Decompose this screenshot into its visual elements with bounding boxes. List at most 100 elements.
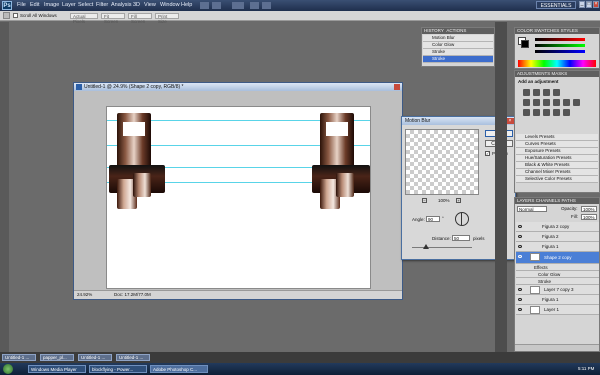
start-button[interactable] <box>3 364 13 374</box>
layer-effect-row[interactable]: Color Glow <box>516 271 599 278</box>
menu-3d[interactable]: 3D <box>133 2 140 8</box>
close-button[interactable]: × <box>593 1 599 8</box>
tab-masks[interactable]: MASKS <box>552 71 568 76</box>
menu-edit[interactable]: Edit <box>30 2 39 8</box>
green-slider[interactable] <box>535 44 585 47</box>
channel-mixer-icon[interactable] <box>573 99 580 106</box>
background-color-swatch[interactable] <box>521 40 529 48</box>
fit-screen-button[interactable]: Fit Screen <box>101 13 125 24</box>
selective-color-icon[interactable] <box>563 109 570 116</box>
preset-item[interactable]: Levels Presets <box>516 134 598 141</box>
tab-swatches[interactable]: SWATCHES <box>534 28 559 33</box>
tab-color[interactable]: COLOR <box>517 28 533 33</box>
menu-window[interactable]: Window <box>160 2 180 8</box>
document-close-icon[interactable] <box>394 84 400 90</box>
actual-pixels-button[interactable]: Actual Pixels <box>70 13 98 24</box>
workspace-switcher[interactable]: ESSENTIALS <box>536 1 576 9</box>
tab-actions[interactable]: ACTIONS <box>446 28 466 33</box>
visibility-eye-icon[interactable] <box>518 255 522 258</box>
hand-tool-preset-icon[interactable] <box>3 12 10 19</box>
canvas[interactable] <box>106 106 371 289</box>
history-item[interactable]: Motion Blur <box>423 35 493 42</box>
menu-image[interactable]: Image <box>44 2 59 8</box>
history-item[interactable]: Stroke <box>423 49 493 56</box>
threshold-icon[interactable] <box>543 109 550 116</box>
document-title[interactable]: Untitled-1 @ 24.9% (Shape 2 copy, RGB/8)… <box>74 83 402 91</box>
menu-layer[interactable]: Layer <box>62 2 76 8</box>
layer-row[interactable]: Figura 2 copy <box>516 222 599 232</box>
visibility-eye-icon[interactable] <box>518 245 522 248</box>
menu-view[interactable]: View <box>144 2 156 8</box>
invert-icon[interactable] <box>523 109 530 116</box>
menu-analysis[interactable]: Analysis <box>111 2 131 8</box>
taskbar-button-photoshop[interactable]: Adobe Photoshop C... <box>150 365 208 373</box>
gradient-map-icon[interactable] <box>553 109 560 116</box>
color-balance-icon[interactable] <box>543 99 550 106</box>
distance-input[interactable]: 50 <box>452 235 470 241</box>
menu-select[interactable]: Select <box>78 2 93 8</box>
print-size-button[interactable]: Print Size <box>155 13 179 24</box>
zoom-out-icon[interactable]: − <box>422 198 427 203</box>
figure-left-cup-2[interactable] <box>133 173 151 197</box>
tab-layers[interactable]: LAYERS <box>517 198 534 203</box>
tab-paths[interactable]: PATHS <box>561 198 575 203</box>
bridge-button[interactable] <box>200 2 209 9</box>
dialog-close-icon[interactable]: × <box>506 118 514 124</box>
taskbar-button-powerpoint[interactable]: blockflying - Power... <box>89 365 147 373</box>
visibility-eye-icon[interactable] <box>518 288 522 291</box>
blue-slider[interactable] <box>535 50 585 53</box>
posterize-icon[interactable] <box>533 109 540 116</box>
opacity-input[interactable]: 100% <box>581 206 597 212</box>
layer-effects-row[interactable]: Effects <box>516 264 599 271</box>
fill-screen-button[interactable]: Fill Screen <box>128 13 152 24</box>
photo-filter-icon[interactable] <box>563 99 570 106</box>
zoom-level[interactable]: 24.92% <box>77 291 92 299</box>
black-white-icon[interactable] <box>553 99 560 106</box>
curves-icon[interactable] <box>543 89 550 96</box>
color-ramp[interactable] <box>518 60 596 67</box>
preset-item[interactable]: Selective Color Presets <box>516 176 598 183</box>
visibility-eye-icon[interactable] <box>518 225 522 228</box>
zoom-level-dropdown[interactable] <box>232 2 244 9</box>
hand-tool-icon[interactable] <box>250 2 259 9</box>
visibility-eye-icon[interactable] <box>518 235 522 238</box>
scroll-all-windows-checkbox[interactable] <box>13 13 18 18</box>
distance-slider-track[interactable] <box>412 247 472 248</box>
angle-dial[interactable] <box>455 212 469 226</box>
system-clock[interactable]: 5:11 PM <box>578 366 594 371</box>
menu-filter[interactable]: Filter <box>96 2 108 8</box>
layer-row-selected[interactable]: Shape 2 copy <box>516 252 599 264</box>
layer-row[interactable]: Layer 1 <box>516 305 599 315</box>
angle-input[interactable]: 90 <box>426 216 440 222</box>
tab-channels[interactable]: CHANNELS <box>536 198 561 203</box>
brightness-contrast-icon[interactable] <box>523 89 530 96</box>
menu-file[interactable]: File <box>17 2 26 8</box>
history-item[interactable]: Color Glow <box>423 42 493 49</box>
distance-slider-thumb[interactable] <box>423 244 429 249</box>
preset-item[interactable]: Exposure Presets <box>516 148 598 155</box>
layer-row[interactable]: Figura 2 <box>516 232 599 242</box>
layer-row[interactable]: Figura 1 <box>516 295 599 305</box>
vibrance-icon[interactable] <box>523 99 530 106</box>
layer-row[interactable]: Layer 7 copy 3 <box>516 285 599 295</box>
maximize-button[interactable]: □ <box>586 1 592 8</box>
red-slider[interactable] <box>535 38 585 41</box>
minibridge-button[interactable] <box>212 2 221 9</box>
visibility-eye-icon[interactable] <box>518 298 522 301</box>
minimized-doc-button[interactable]: Untitled-1 ... <box>78 354 112 361</box>
preset-item[interactable]: Channel Mixer Presets <box>516 169 598 176</box>
minimized-doc-button[interactable]: Untitled-1 ... <box>116 354 150 361</box>
levels-icon[interactable] <box>533 89 540 96</box>
tab-styles[interactable]: STYLES <box>561 28 578 33</box>
menu-help[interactable]: Help <box>181 2 192 8</box>
filter-preview[interactable] <box>405 129 479 195</box>
figure-right-cup-2[interactable] <box>336 173 354 197</box>
layer-row[interactable]: Figura 1 <box>516 242 599 252</box>
doc-size[interactable]: Doc: 17.2M/77.0M <box>114 291 151 299</box>
tab-history[interactable]: HISTORY <box>424 28 444 33</box>
fill-input[interactable]: 100% <box>581 214 597 220</box>
preset-item[interactable]: Curves Presets <box>516 141 598 148</box>
zoom-in-icon[interactable]: + <box>456 198 461 203</box>
history-item-selected[interactable]: Stroke <box>423 56 493 63</box>
zoom-tool-icon[interactable] <box>262 2 271 9</box>
